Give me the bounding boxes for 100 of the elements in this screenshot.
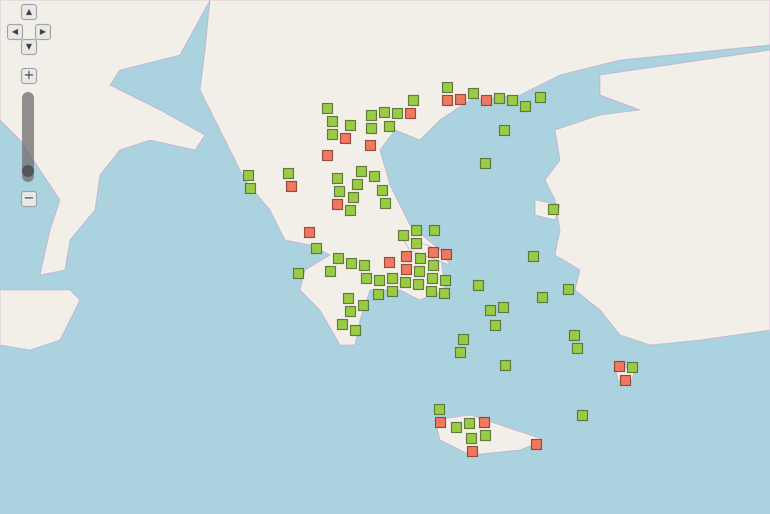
map-marker[interactable] (350, 325, 361, 336)
map-marker[interactable] (377, 185, 388, 196)
map-marker[interactable] (410, 238, 422, 250)
map-marker[interactable] (414, 266, 425, 278)
map-marker[interactable] (366, 123, 377, 134)
map-marker[interactable] (569, 330, 580, 341)
map-marker[interactable] (528, 251, 539, 262)
map-marker[interactable] (500, 360, 511, 371)
map-marker[interactable] (293, 268, 304, 279)
map-marker[interactable] (480, 95, 492, 106)
map-marker[interactable] (627, 362, 638, 372)
map-marker[interactable] (454, 94, 466, 105)
map-marker[interactable] (498, 302, 509, 313)
map-marker[interactable] (304, 227, 315, 238)
map-marker[interactable] (450, 422, 462, 433)
map-marker[interactable] (455, 346, 466, 358)
map-marker[interactable] (464, 418, 474, 429)
map-marker[interactable] (404, 108, 416, 119)
map-marker[interactable] (435, 417, 446, 428)
map-marker[interactable] (480, 158, 491, 169)
map-marker[interactable] (311, 243, 322, 254)
map-marker[interactable] (358, 300, 368, 311)
map-marker[interactable] (411, 225, 422, 236)
map-marker[interactable] (620, 374, 631, 386)
map-marker[interactable] (343, 292, 354, 304)
map-marker[interactable] (548, 204, 559, 215)
map-marker[interactable] (442, 95, 452, 106)
map-marker[interactable] (322, 150, 333, 161)
map-marker[interactable] (458, 334, 469, 344)
map-marker[interactable] (378, 107, 390, 118)
map-marker[interactable] (480, 430, 491, 441)
map-marker[interactable] (429, 225, 440, 236)
map-marker[interactable] (387, 286, 398, 296)
map-marker[interactable] (441, 249, 452, 260)
pan-left-button[interactable]: ◀ (7, 24, 23, 40)
map-marker[interactable] (332, 199, 343, 210)
map-marker[interactable] (506, 95, 518, 106)
map-marker[interactable] (333, 252, 344, 264)
map-marker[interactable] (322, 103, 333, 114)
map-marker[interactable] (286, 181, 297, 192)
map-marker[interactable] (325, 266, 336, 276)
pan-up-button[interactable]: ▲ (21, 4, 37, 20)
map-marker[interactable] (387, 272, 398, 284)
map-marker[interactable] (345, 120, 356, 131)
map-marker[interactable] (428, 260, 440, 271)
map-marker[interactable] (490, 320, 501, 331)
map-marker[interactable] (369, 171, 380, 182)
map-marker[interactable] (440, 275, 451, 286)
map-marker[interactable] (428, 246, 440, 258)
zoom-out-button[interactable]: − (21, 191, 37, 207)
map-marker[interactable] (380, 198, 391, 209)
map-marker[interactable] (400, 277, 412, 288)
map-marker[interactable] (531, 439, 542, 450)
map-marker[interactable] (384, 120, 395, 132)
map-marker[interactable] (384, 257, 395, 268)
map-marker[interactable] (473, 280, 484, 291)
map-marker[interactable] (348, 192, 359, 203)
pan-down-button[interactable]: ▼ (21, 39, 37, 55)
map-marker[interactable] (535, 92, 546, 103)
map-marker[interactable] (345, 205, 356, 216)
map-marker[interactable] (337, 318, 348, 330)
zoom-slider[interactable] (22, 92, 34, 182)
map-marker[interactable] (334, 186, 345, 198)
map-marker[interactable] (434, 404, 445, 415)
map-marker[interactable] (408, 95, 419, 106)
map-marker[interactable] (468, 88, 478, 99)
map-marker[interactable] (332, 173, 343, 184)
map-marker[interactable] (426, 286, 438, 297)
map-marker[interactable] (479, 417, 490, 428)
map-marker[interactable] (374, 275, 386, 286)
map-marker[interactable] (415, 253, 426, 264)
map-marker[interactable] (326, 129, 338, 140)
map-marker[interactable] (327, 116, 338, 128)
map-marker[interactable] (365, 140, 376, 151)
map-marker[interactable] (439, 288, 450, 300)
map-marker[interactable] (466, 433, 477, 444)
map-marker[interactable] (243, 170, 254, 180)
map-marker[interactable] (366, 110, 376, 121)
map-marker[interactable] (352, 179, 363, 190)
map-marker[interactable] (577, 410, 588, 421)
map-marker[interactable] (340, 133, 350, 144)
map-marker[interactable] (563, 284, 574, 295)
map-marker[interactable] (467, 446, 478, 457)
map-marker[interactable] (400, 264, 412, 276)
zoom-slider-thumb[interactable] (22, 164, 34, 177)
map-marker[interactable] (485, 305, 496, 316)
map-marker[interactable] (283, 168, 294, 179)
map-marker[interactable] (494, 93, 504, 104)
map-marker[interactable] (401, 251, 412, 262)
map-marker[interactable] (373, 289, 384, 300)
map-marker[interactable] (356, 166, 367, 177)
map-marker[interactable] (537, 292, 548, 303)
map-marker[interactable] (520, 101, 530, 112)
map-marker[interactable] (442, 82, 452, 93)
pan-right-button[interactable]: ▶ (35, 24, 51, 40)
map-marker[interactable] (614, 361, 625, 372)
zoom-in-button[interactable]: + (21, 68, 37, 84)
map-marker[interactable] (413, 279, 424, 290)
map-marker[interactable] (359, 260, 370, 271)
map-marker[interactable] (499, 125, 510, 136)
